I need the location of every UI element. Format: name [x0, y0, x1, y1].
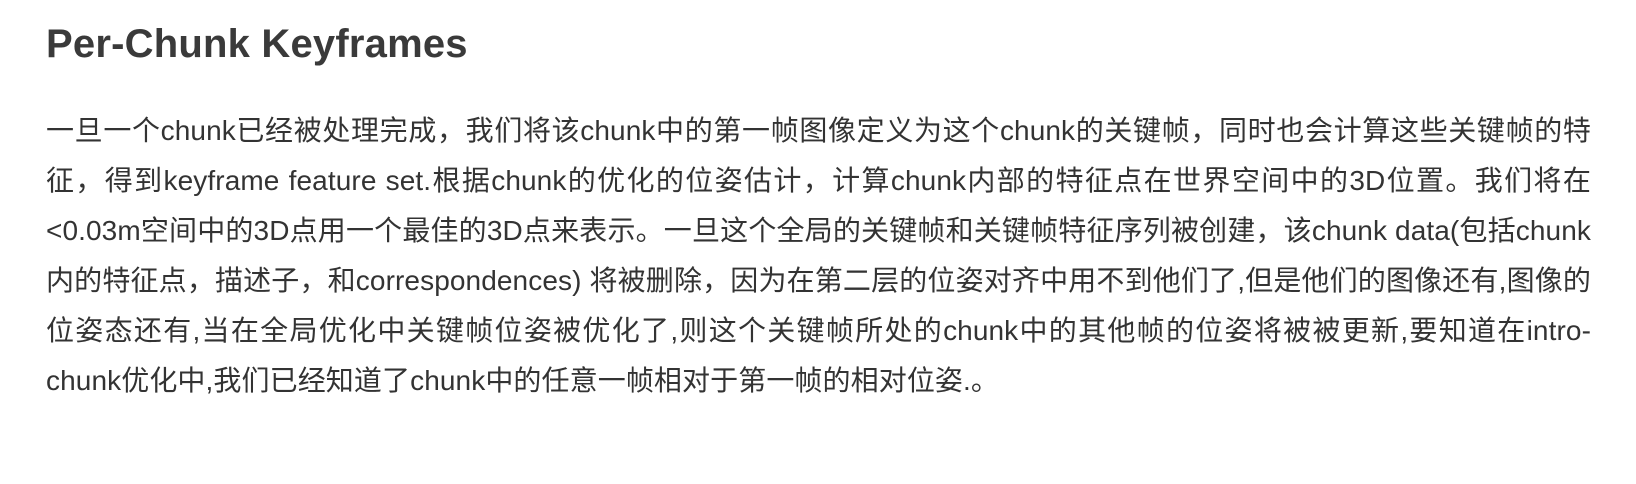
section-paragraph: 一旦一个chunk已经被处理完成，我们将该chunk中的第一帧图像定义为这个ch…: [46, 115, 1591, 396]
section-heading: Per-Chunk Keyframes: [46, 22, 468, 66]
document-section: Per-Chunk Keyframes 一旦一个chunk已经被处理完成，我们将…: [0, 0, 1636, 406]
